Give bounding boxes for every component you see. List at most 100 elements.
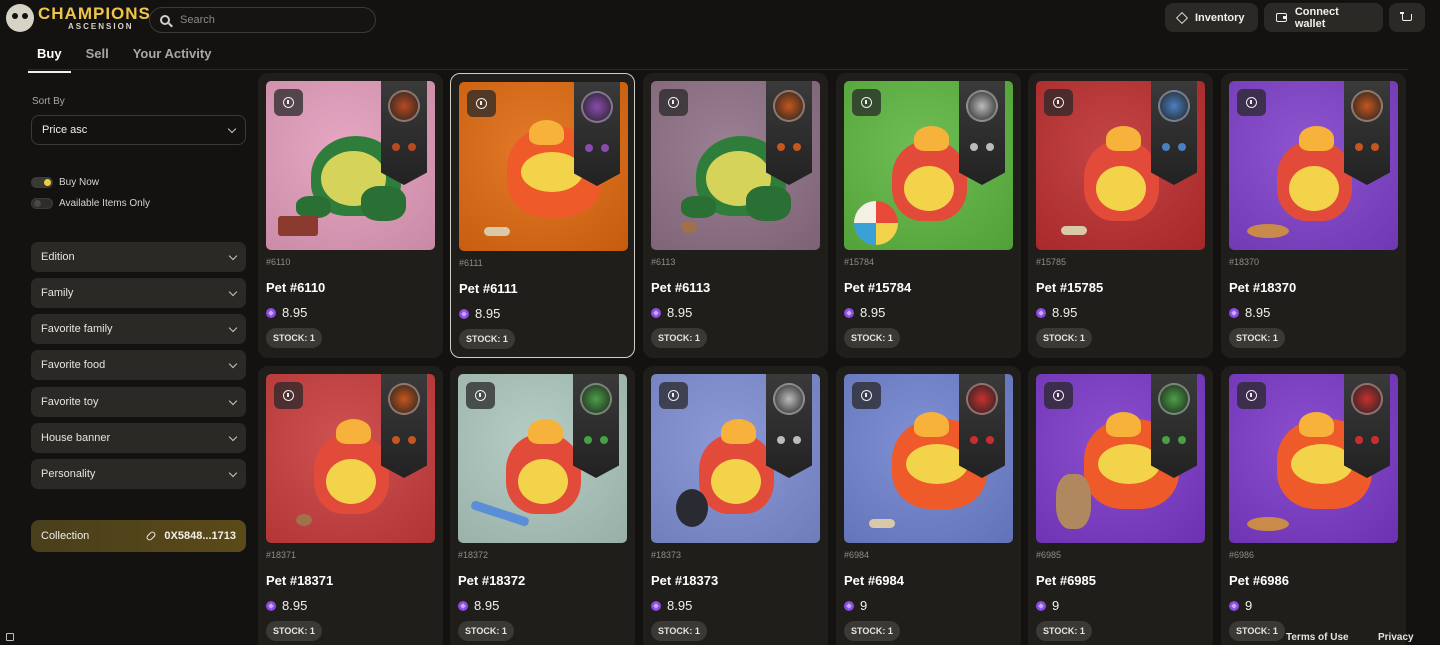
- info-button[interactable]: [852, 89, 881, 116]
- pet-image[interactable]: [459, 82, 628, 251]
- info-button[interactable]: [659, 382, 688, 409]
- pet-card[interactable]: #18373 Pet #18373 8.95 STOCK: 1: [643, 366, 828, 645]
- pet-price: 8.95: [266, 305, 307, 320]
- price-value: 8.95: [1245, 305, 1271, 320]
- info-button[interactable]: [1237, 89, 1266, 116]
- stock-badge: STOCK: 1: [266, 328, 322, 348]
- pet-name[interactable]: Pet #18373: [651, 573, 718, 588]
- pet-name[interactable]: Pet #18370: [1229, 280, 1296, 295]
- pet-price: 8.95: [266, 598, 307, 613]
- chevron-down-icon: [228, 468, 238, 477]
- pet-name[interactable]: Pet #6985: [1036, 573, 1096, 588]
- pet-image[interactable]: [266, 81, 435, 250]
- stock-badge: STOCK: 1: [459, 329, 515, 349]
- price-value: 9: [860, 598, 868, 613]
- filter-label: Edition: [41, 251, 75, 263]
- pet-card[interactable]: #6113 Pet #6113 8.95 STOCK: 1: [643, 73, 828, 358]
- pet-price: 9: [1036, 598, 1059, 613]
- toggle-switch[interactable]: [31, 177, 53, 188]
- terms-of-use-link[interactable]: Terms of Use: [1286, 632, 1349, 643]
- pet-image[interactable]: [1229, 374, 1398, 543]
- filter-personality[interactable]: Personality: [31, 459, 246, 489]
- pet-card[interactable]: #18372 Pet #18372 8.95 STOCK: 1: [450, 366, 635, 645]
- bone-toy-icon: [484, 227, 510, 236]
- pet-card[interactable]: #6110 Pet #6110 8.95 STOCK: 1: [258, 73, 443, 358]
- pet-edition: #18373: [651, 550, 682, 560]
- info-icon: [283, 97, 294, 108]
- info-button[interactable]: [274, 382, 303, 409]
- token-icon: [1036, 600, 1046, 611]
- pet-image[interactable]: [1036, 374, 1205, 543]
- pet-card[interactable]: #15784 Pet #15784 8.95 STOCK: 1: [836, 73, 1021, 358]
- pet-image[interactable]: [1229, 81, 1398, 250]
- privacy-link[interactable]: Privacy: [1378, 632, 1414, 643]
- pet-image[interactable]: [458, 374, 627, 543]
- pet-image[interactable]: [1036, 81, 1205, 250]
- toggle-switch[interactable]: [31, 198, 53, 209]
- pet-name[interactable]: Pet #6110: [266, 280, 325, 295]
- expand-icon[interactable]: [6, 633, 14, 641]
- pet-image[interactable]: [651, 374, 820, 543]
- pet-card[interactable]: #18371 Pet #18371 8.95 STOCK: 1: [258, 366, 443, 645]
- info-button[interactable]: [274, 89, 303, 116]
- info-icon: [1246, 97, 1257, 108]
- pet-image[interactable]: [844, 374, 1013, 543]
- filter-favorite-family[interactable]: Favorite family: [31, 314, 246, 344]
- collection-link[interactable]: Collection 0X5848...1713: [31, 520, 246, 552]
- sort-select[interactable]: Price asc: [31, 115, 246, 145]
- filter-house-banner[interactable]: House banner: [31, 423, 246, 453]
- info-button[interactable]: [1044, 382, 1073, 409]
- price-value: 8.95: [282, 305, 308, 320]
- cart-button[interactable]: [1389, 3, 1425, 32]
- filter-favorite-food[interactable]: Favorite food: [31, 350, 246, 380]
- pet-name[interactable]: Pet #18371: [266, 573, 333, 588]
- pet-name[interactable]: Pet #6986: [1229, 573, 1289, 588]
- filter-favorite-toy[interactable]: Favorite toy: [31, 387, 246, 417]
- pet-image[interactable]: [651, 81, 820, 250]
- search-input[interactable]: [180, 14, 360, 26]
- info-button[interactable]: [1237, 382, 1266, 409]
- pet-name[interactable]: Pet #6111: [459, 281, 518, 296]
- chevron-down-icon: [227, 124, 237, 133]
- pet-card[interactable]: #6986 Pet #6986 9 STOCK: 1: [1221, 366, 1406, 645]
- pet-card[interactable]: #6985 Pet #6985 9 STOCK: 1: [1028, 366, 1213, 645]
- token-icon: [266, 600, 276, 611]
- house-banner: [1151, 81, 1197, 185]
- filter-edition[interactable]: Edition: [31, 242, 246, 272]
- pet-edition: #6111: [459, 258, 483, 268]
- chevron-down-icon: [228, 251, 238, 260]
- pet-card[interactable]: #18370 Pet #18370 8.95 STOCK: 1: [1221, 73, 1406, 358]
- pet-name[interactable]: Pet #15785: [1036, 280, 1103, 295]
- price-value: 9: [1052, 598, 1060, 613]
- search-bar[interactable]: [149, 7, 376, 33]
- pet-card[interactable]: #6111 Pet #6111 8.95 STOCK: 1: [450, 73, 635, 358]
- pet-card[interactable]: #6984 Pet #6984 9 STOCK: 1: [836, 366, 1021, 645]
- buy-now-toggle[interactable]: Buy Now: [31, 177, 99, 188]
- pet-edition: #6985: [1036, 550, 1062, 560]
- pet-image[interactable]: [266, 374, 435, 543]
- brand-logo[interactable]: CHAMPIONS ASCENSION: [6, 4, 151, 32]
- tabs-divider: [28, 69, 1408, 70]
- filter-family[interactable]: Family: [31, 278, 246, 308]
- pet-card[interactable]: #15785 Pet #15785 8.95 STOCK: 1: [1028, 73, 1213, 358]
- pet-name[interactable]: Pet #6984: [844, 573, 904, 588]
- token-icon: [844, 307, 854, 318]
- connect-wallet-button[interactable]: Connect wallet: [1264, 3, 1383, 32]
- stock-badge: STOCK: 1: [266, 621, 322, 641]
- inventory-button[interactable]: Inventory: [1165, 3, 1258, 32]
- house-banner: [574, 82, 620, 186]
- info-button[interactable]: [467, 90, 496, 117]
- skull-logo-icon: [6, 4, 34, 32]
- pet-price: 9: [844, 598, 867, 613]
- pet-name[interactable]: Pet #15784: [844, 280, 911, 295]
- pet-name[interactable]: Pet #18372: [458, 573, 525, 588]
- pet-name[interactable]: Pet #6113: [651, 280, 710, 295]
- brand-subtitle: ASCENSION: [68, 22, 134, 31]
- available-items-toggle[interactable]: Available Items Only: [31, 198, 150, 209]
- info-button[interactable]: [466, 382, 495, 409]
- info-button[interactable]: [1044, 89, 1073, 116]
- info-button[interactable]: [852, 382, 881, 409]
- info-button[interactable]: [659, 89, 688, 116]
- pet-image[interactable]: [844, 81, 1013, 250]
- pet-price: 9: [1229, 598, 1252, 613]
